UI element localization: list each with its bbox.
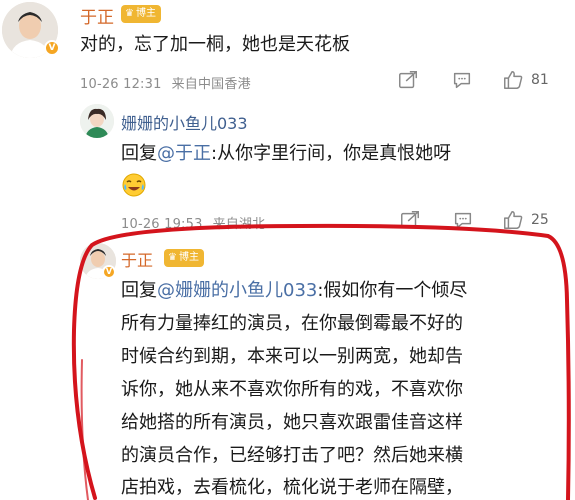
comment-location: 来自湖北 [212, 217, 266, 232]
reply-line: 时候合约到期，本来可以一别两宽，她却告 [121, 346, 463, 367]
badge-label: 博主 [135, 8, 156, 19]
share-icon[interactable] [397, 69, 419, 91]
share-icon[interactable] [399, 209, 421, 231]
blogger-badge: ♛ 博主 [164, 249, 204, 267]
reply-body: :从你字里行间，你是真恨她呀 [211, 143, 452, 164]
author-name[interactable]: 于正 [80, 3, 114, 28]
reply-line: 诉你，她从来不喜欢你所有的戏，不喜欢你 [121, 379, 463, 400]
comment-time: 10-26 19:53 [121, 217, 203, 232]
crown-icon: ♛ [168, 252, 177, 263]
reply-line: 店拍戏，去看梳化，梳化说于老师在隔壁， [121, 477, 463, 498]
like-count: 25 [531, 212, 549, 228]
comment-text: 对的，忘了加一桐，她也是天花板 [80, 34, 350, 55]
comment-meta: 10-26 12:31 来自中国香港 [80, 73, 251, 92]
badge-label: 博主 [178, 252, 199, 263]
crying-laughing-emoji-icon [121, 172, 147, 198]
author-name[interactable]: 姗姗的小鱼儿033 [121, 110, 248, 134]
blogger-badge: ♛ 博主 [121, 5, 161, 23]
like-icon[interactable] [502, 209, 524, 231]
mention-link[interactable]: @姗姗的小鱼儿033 [157, 280, 317, 301]
verified-v-icon: V [44, 40, 60, 56]
reply-text: 回复@于正:从你字里行间，你是真恨她呀 [121, 138, 451, 169]
reply-line: 所有力量捧红的演员，在你最倒霉最不好的 [121, 313, 463, 334]
comment-meta: 10-26 19:53 来自湖北 [121, 213, 265, 232]
comment-location: 来自中国香港 [171, 77, 251, 92]
avatar[interactable] [80, 104, 114, 138]
mention-link[interactable]: @于正 [157, 143, 211, 164]
reply-body-start: :假如你有一个倾尽 [317, 280, 468, 301]
reply-prefix: 回复 [121, 280, 157, 301]
comment-time: 10-26 12:31 [80, 77, 162, 92]
reply-line: 的演员合作，已经够打击了吧？然后她来横 [121, 445, 463, 466]
like-icon[interactable] [502, 69, 524, 91]
author-name[interactable]: 于正 [121, 247, 153, 271]
comment-icon[interactable] [452, 209, 474, 231]
crown-icon: ♛ [125, 8, 134, 19]
like-count: 81 [531, 72, 549, 88]
reply-line: 给她搭的所有演员，她只喜欢跟雷佳音这样 [121, 412, 463, 433]
reply-line-1: 回复@姗姗的小鱼儿033:假如你有一个倾尽 [121, 275, 467, 306]
comment-icon[interactable] [451, 69, 473, 91]
avatar-photo [80, 104, 114, 138]
verified-v-icon: V [102, 265, 116, 279]
reply-prefix: 回复 [121, 143, 157, 164]
